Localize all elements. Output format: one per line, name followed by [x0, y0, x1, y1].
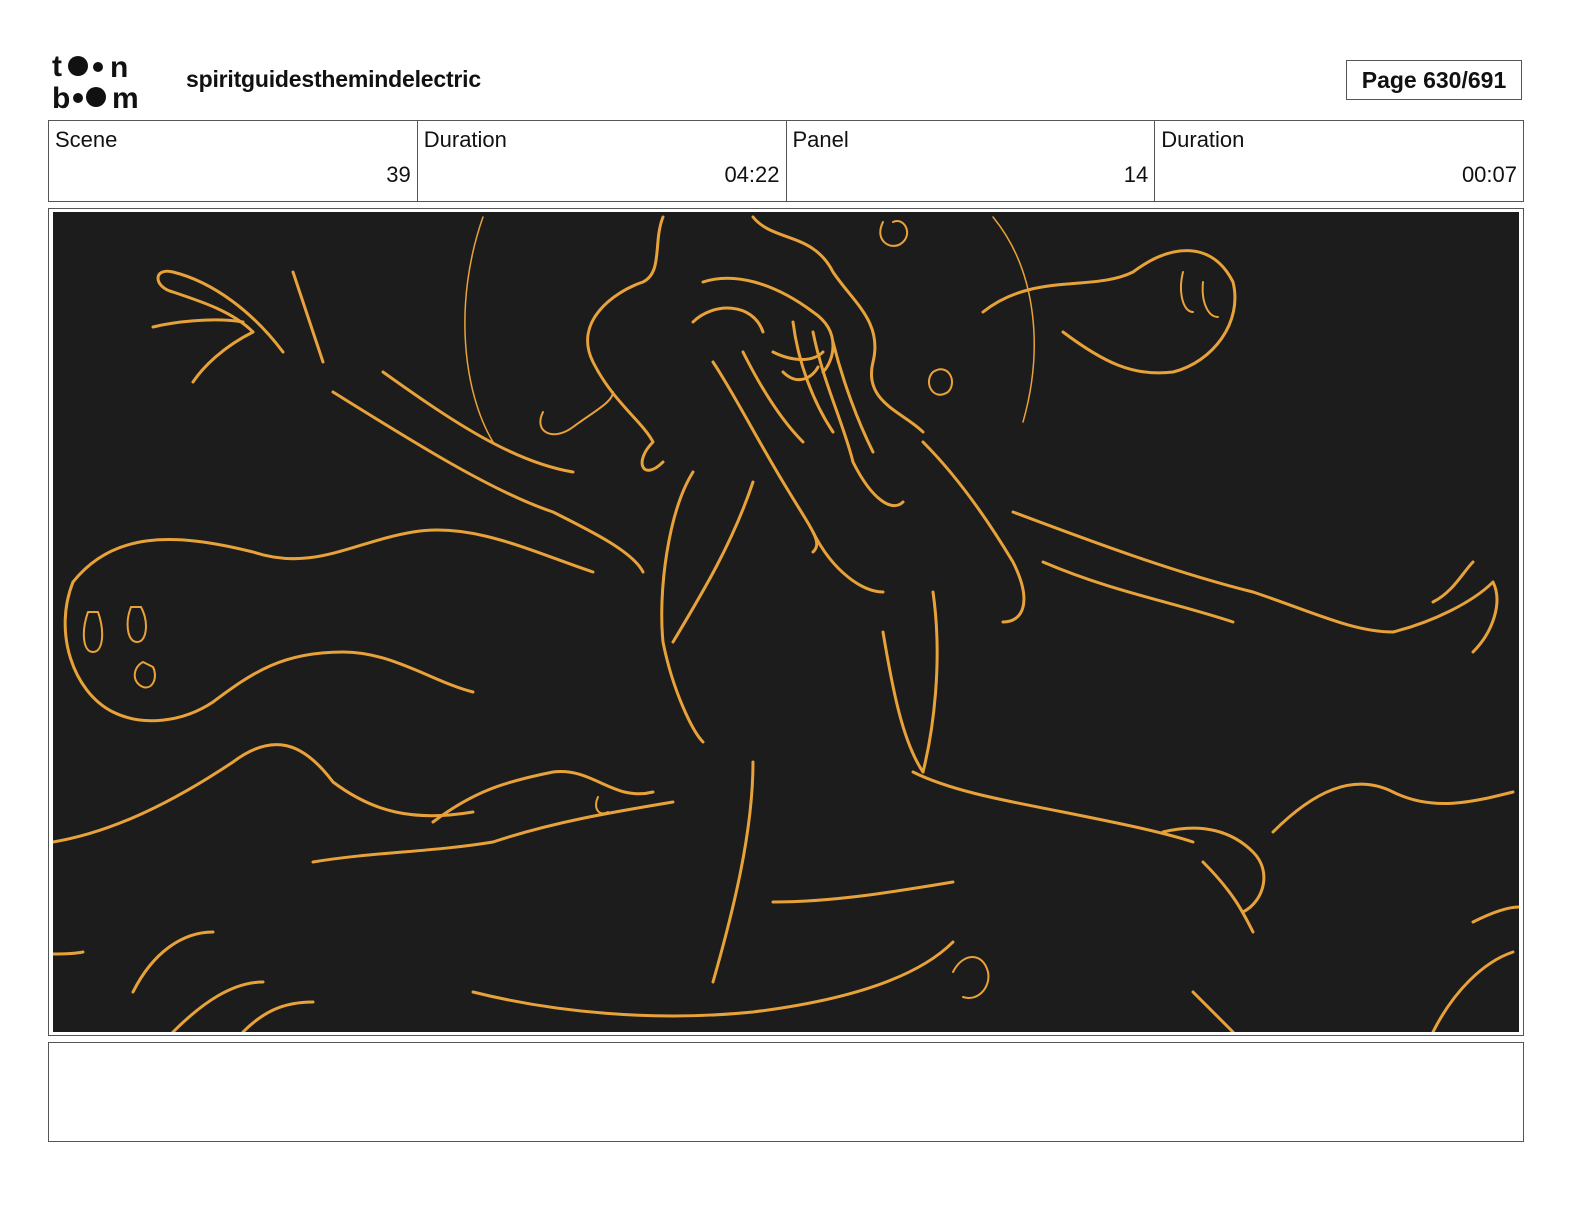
project-title: spiritguidesthemindelectric [186, 66, 481, 92]
scene-label: Scene [55, 127, 118, 152]
panel-label: Panel [792, 127, 849, 152]
scene-duration-label: Duration [423, 127, 507, 152]
page-number: Page 630/691 [1346, 60, 1522, 100]
scene-duration-cell: Duration 04:22 [418, 121, 787, 201]
svg-text:n: n [110, 51, 128, 84]
scene-value: 39 [386, 162, 411, 187]
panel-info-table: Scene 39 Duration 04:22 Panel 14 Duratio… [48, 120, 1524, 202]
storyboard-panel-image [53, 212, 1519, 1032]
panel-duration-label: Duration [1161, 127, 1245, 152]
toon-boom-logo: t n b m [52, 50, 164, 115]
svg-text:t: t [52, 50, 62, 83]
panel-value: 14 [1123, 162, 1149, 187]
svg-text:m: m [112, 82, 139, 112]
scene-cell: Scene 39 [49, 121, 418, 201]
panel-duration-value: 00:07 [1461, 162, 1517, 187]
scene-duration-value: 04:22 [724, 162, 780, 187]
panel-notes-box[interactable] [48, 1042, 1524, 1142]
panel-duration-cell: Duration 00:07 [1155, 121, 1523, 201]
panel-cell: Panel 14 [787, 121, 1156, 201]
svg-text:b: b [52, 82, 70, 112]
